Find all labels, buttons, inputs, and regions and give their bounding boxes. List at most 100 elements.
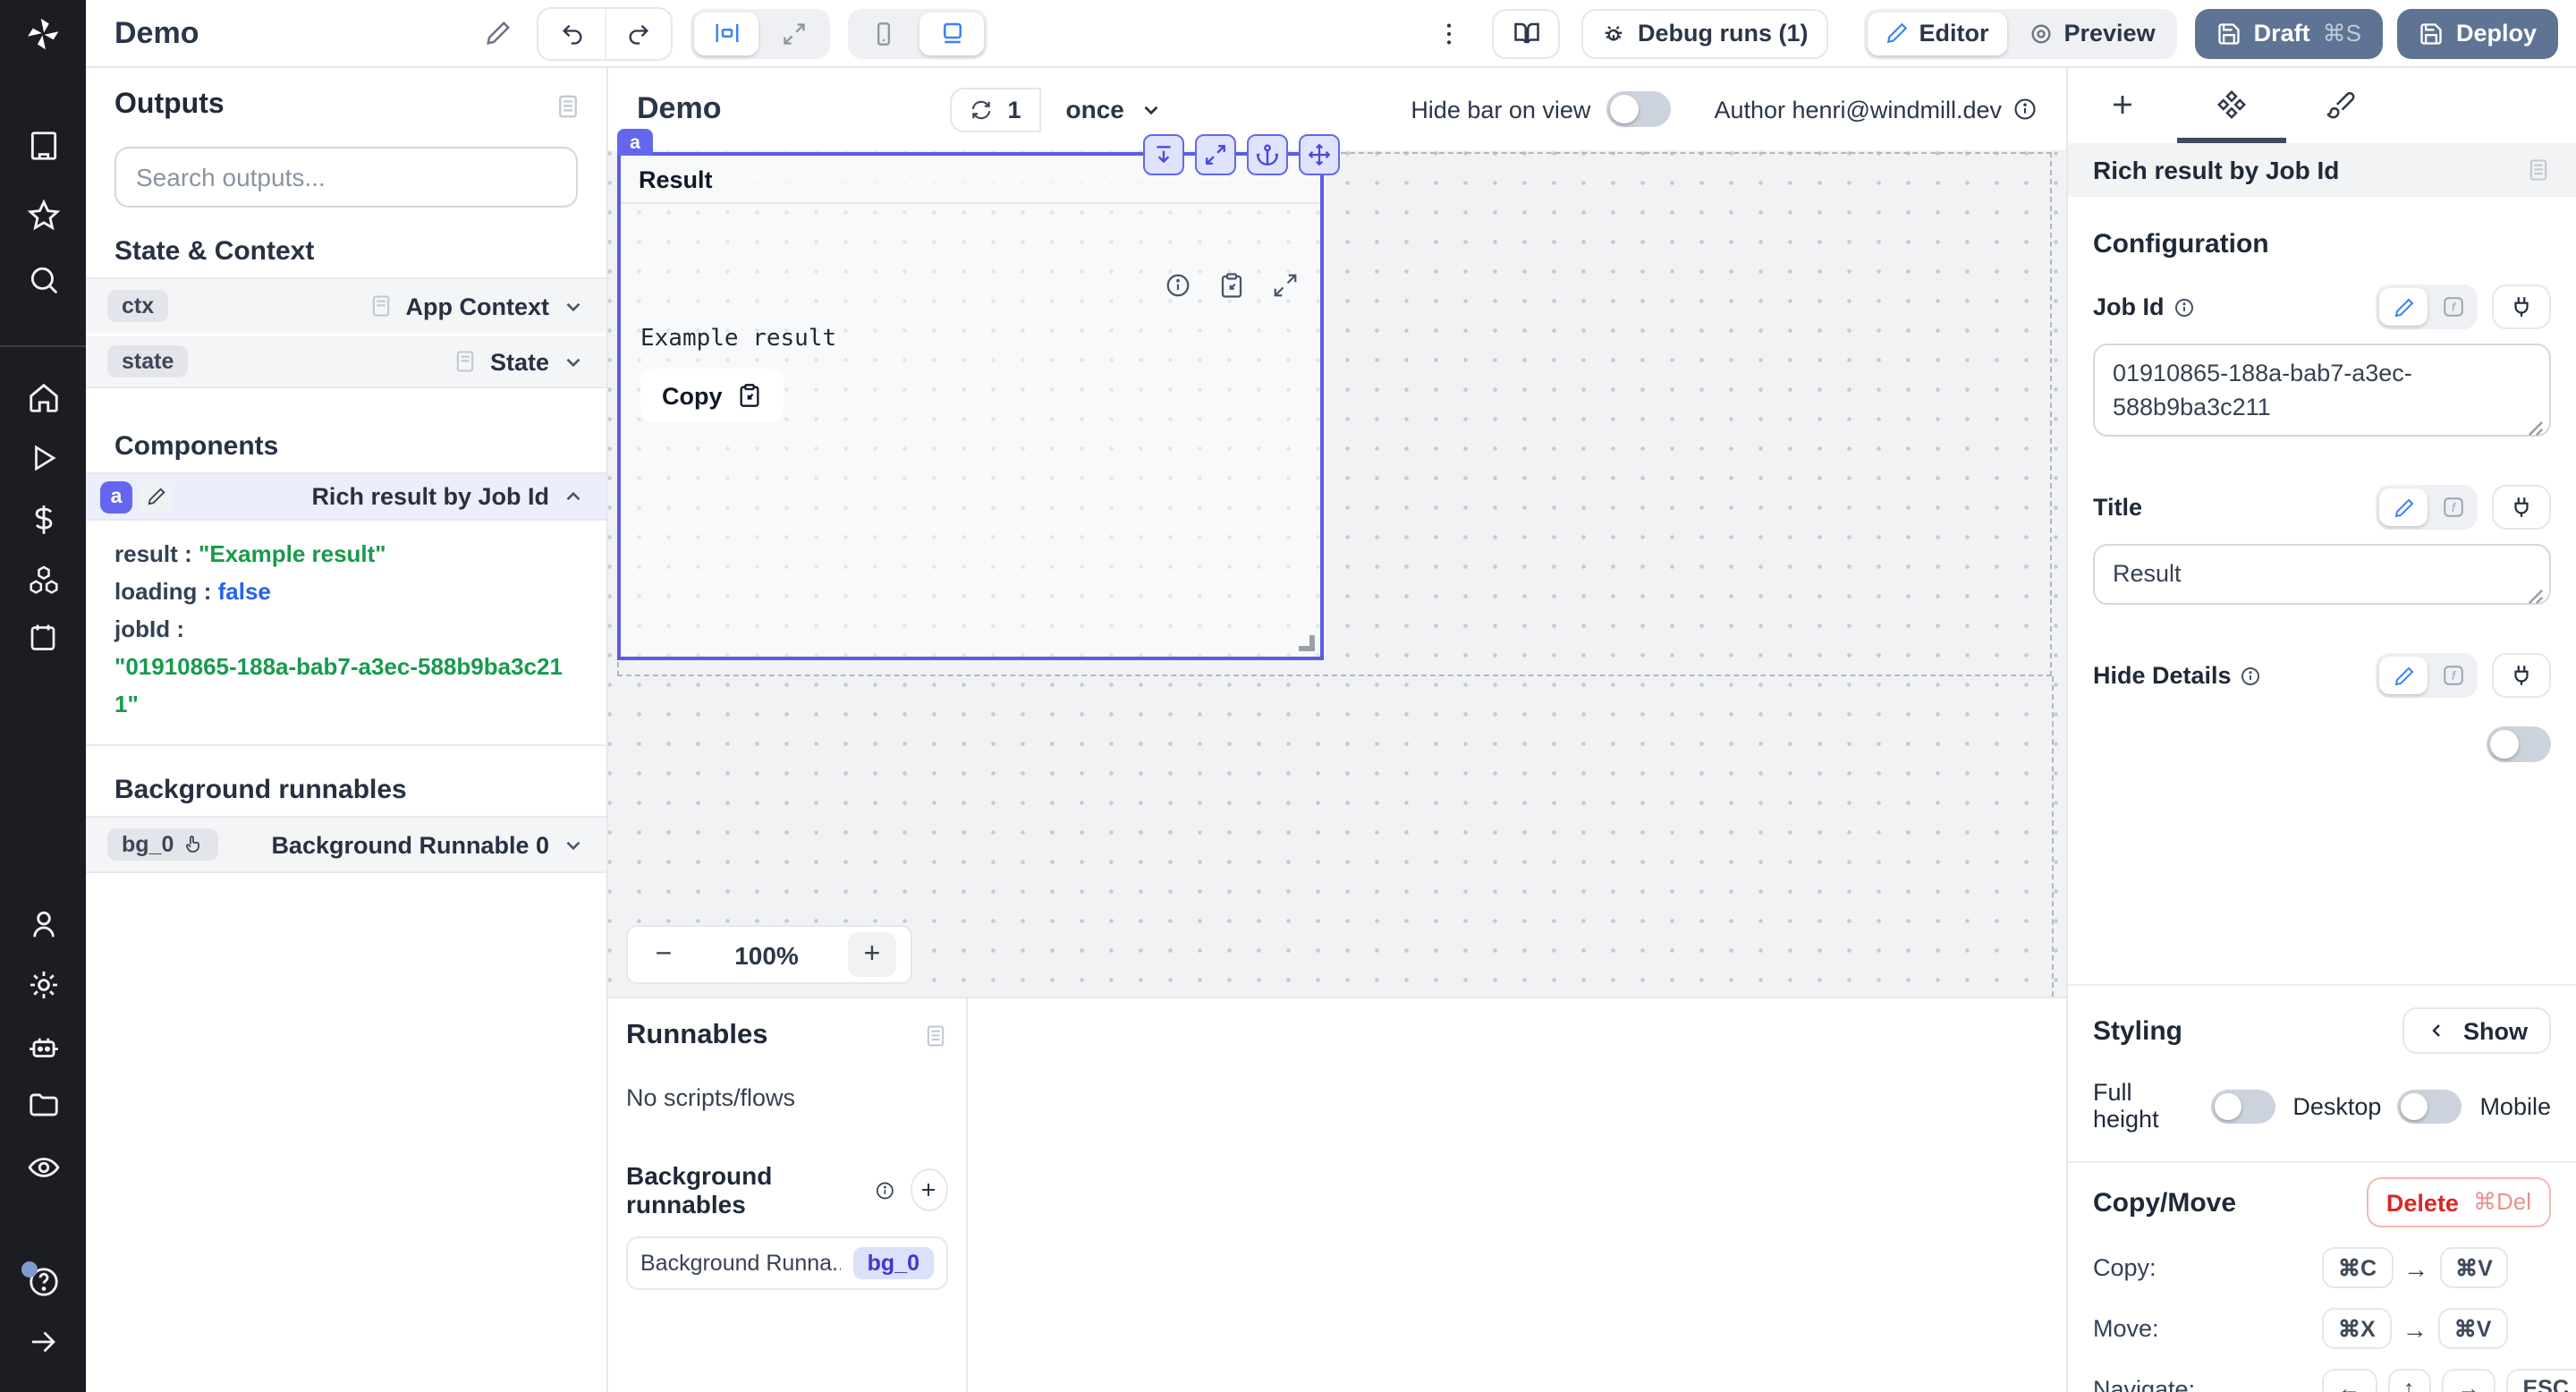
textarea-resize-handle[interactable] [2528, 420, 2544, 437]
help-icon[interactable] [0, 1254, 86, 1308]
component-diamonds-icon [2217, 90, 2246, 119]
info-icon[interactable] [2012, 97, 2038, 122]
title-input[interactable]: Result [2093, 544, 2551, 605]
more-menu-icon[interactable] [1428, 19, 1471, 47]
desktop-mobile-toggle[interactable] [2397, 1089, 2462, 1123]
app-canvas[interactable]: a Result Example result Copy − 100% + [608, 129, 2066, 997]
undo-button[interactable] [538, 8, 605, 58]
users-icon[interactable] [0, 896, 86, 950]
tab-component-settings[interactable] [2177, 68, 2286, 143]
docs-book-button[interactable] [1492, 8, 1561, 58]
component-resize-handle[interactable] [1299, 635, 1315, 651]
delete-button[interactable]: Delete ⌘Del [2366, 1177, 2551, 1227]
zoom-in-button[interactable]: + [848, 932, 896, 977]
audit-eye-icon[interactable] [0, 1140, 86, 1193]
topbar: Demo Debug runs (1) Editor Preview Draft… [0, 0, 2576, 68]
full-height-toggle[interactable] [2210, 1089, 2275, 1123]
textarea-resize-handle[interactable] [2528, 589, 2544, 605]
schedules-calendar-icon[interactable] [0, 610, 86, 664]
title-label: Title [2093, 494, 2143, 521]
home-icon[interactable] [0, 370, 86, 424]
info-icon[interactable] [2174, 296, 2195, 318]
eval-mode-fx-button[interactable]: f [2431, 288, 2474, 326]
search-outputs-input[interactable] [114, 147, 578, 208]
schedule-dropdown[interactable]: once [1066, 95, 1164, 123]
result-value-text: Example result [640, 326, 837, 352]
center-layout-button[interactable] [694, 12, 759, 55]
component-tag: a [617, 129, 653, 156]
runs-play-icon[interactable] [0, 431, 86, 485]
fullscreen-icon[interactable] [1195, 134, 1236, 175]
info-icon[interactable] [876, 1178, 896, 1201]
debug-runs-button[interactable]: Debug runs (1) [1581, 8, 1828, 58]
canvas-column: Demo 1 once Hide bar on view Author henr… [608, 68, 2066, 1392]
expand-icon[interactable] [1272, 272, 1299, 299]
connect-plug-button[interactable] [2492, 485, 2551, 530]
variables-dollar-icon[interactable] [0, 492, 86, 546]
zoom-out-button[interactable]: − [642, 938, 685, 971]
tab-editor[interactable]: Editor [1867, 12, 2007, 55]
redo-button[interactable] [605, 8, 671, 58]
expand-down-icon[interactable] [1143, 134, 1184, 175]
component-output-row[interactable]: a Rich result by Job Id [86, 472, 606, 521]
mobile-view-button[interactable] [852, 12, 916, 55]
eval-mode-fx-button[interactable]: f [2431, 657, 2474, 694]
eval-mode-fx-button[interactable]: f [2431, 488, 2474, 526]
hide-bar-toggle[interactable] [1606, 91, 1672, 127]
selected-component-richresult[interactable]: a Result Example result Copy [617, 129, 1340, 660]
draft-button[interactable]: Draft ⌘S [2194, 8, 2383, 58]
rename-app-pencil-icon[interactable] [485, 20, 512, 47]
hide-details-toggle[interactable] [2487, 726, 2551, 762]
chevron-down-icon[interactable] [562, 294, 585, 318]
job-id-input[interactable]: 01910865-188a-bab7-a3ec-588b9ba3c211 [2093, 344, 2551, 437]
bg-runnable-row[interactable]: bg_0 Background Runnable 0 [86, 818, 606, 871]
doc-panel-icon[interactable] [2526, 157, 2551, 182]
static-mode-pencil-button[interactable] [2379, 288, 2428, 326]
workspace-building-icon[interactable] [0, 118, 86, 172]
refresh-counter[interactable]: 1 [950, 87, 1041, 132]
shortcut-row-move: Move: ⌘X → ⌘V [2093, 1308, 2551, 1349]
styling-show-button[interactable]: Show [2402, 1007, 2551, 1054]
canvas-page-title: Demo [637, 91, 722, 125]
tab-styling[interactable] [2286, 68, 2395, 143]
deploy-button[interactable]: Deploy [2396, 8, 2558, 58]
desktop-view-button[interactable] [919, 12, 985, 55]
folders-icon[interactable] [0, 1077, 86, 1131]
clipboard-icon[interactable] [1218, 272, 1245, 299]
output-row-ctx[interactable]: ctx App Context [86, 279, 606, 333]
doc-panel-icon[interactable] [923, 1023, 948, 1048]
outputs-panel: Outputs State & Context ctx App Context … [86, 68, 608, 1392]
info-icon[interactable] [1165, 272, 1191, 299]
doc-panel-icon[interactable] [555, 92, 581, 119]
bg-runnable-card[interactable]: Background Runna... bg_0 [626, 1236, 948, 1290]
chevron-up-icon[interactable] [562, 485, 585, 508]
windmill-logo-icon[interactable] [0, 0, 86, 67]
tab-preview[interactable]: Preview [2011, 12, 2174, 55]
layout-mode-group [691, 8, 831, 58]
static-mode-pencil-button[interactable] [2379, 488, 2428, 526]
move-icon[interactable] [1299, 134, 1340, 175]
anchor-icon[interactable] [1247, 134, 1288, 175]
connect-plug-button[interactable] [2492, 284, 2551, 329]
chevron-down-icon[interactable] [562, 833, 585, 856]
fullwidth-layout-button[interactable] [762, 12, 826, 55]
edit-id-pencil-icon[interactable] [140, 480, 172, 513]
json-jobid-value: "01910865-188a-bab7-a3ec-588b9ba3c211" [114, 653, 563, 717]
settings-tabs [2068, 68, 2576, 143]
static-mode-pencil-button[interactable] [2379, 657, 2428, 694]
bottom-area: Runnables No scripts/flows Background ru… [608, 997, 2066, 1392]
tab-insert-component[interactable] [2068, 68, 2177, 143]
settings-gear-icon[interactable] [0, 957, 86, 1011]
workers-robot-icon[interactable] [0, 1020, 86, 1074]
collapse-arrow-right-icon[interactable] [0, 1315, 86, 1369]
search-icon[interactable] [0, 252, 86, 306]
chevron-down-icon[interactable] [562, 350, 585, 373]
connect-plug-button[interactable] [2492, 653, 2551, 698]
favorites-star-icon[interactable] [0, 188, 86, 242]
output-row-state[interactable]: state State [86, 333, 606, 386]
add-bg-runnable-button[interactable] [910, 1168, 948, 1211]
copy-button[interactable]: Copy [640, 369, 784, 422]
refresh-icon[interactable] [970, 98, 993, 121]
resources-boxes-icon[interactable] [0, 553, 86, 607]
info-icon[interactable] [2241, 665, 2262, 686]
